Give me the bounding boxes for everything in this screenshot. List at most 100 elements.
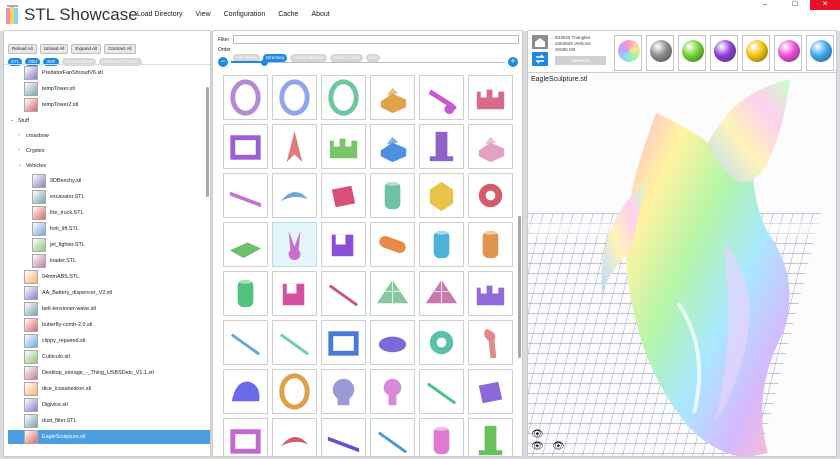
tree-file-item[interactable]: clippy_repaired.stl <box>42 336 85 346</box>
model-thumbnail[interactable] <box>223 418 268 456</box>
material-rainbow-button[interactable] <box>614 35 642 71</box>
model-thumbnail[interactable] <box>321 320 366 365</box>
rotate-icon[interactable] <box>532 52 548 66</box>
model-thumbnail[interactable] <box>272 271 317 316</box>
model-thumbnail[interactable] <box>468 124 513 169</box>
model-thumbnail[interactable] <box>419 369 464 414</box>
model-thumbnail[interactable] <box>223 369 268 414</box>
model-thumbnail[interactable] <box>468 222 513 267</box>
model-thumbnail[interactable] <box>321 75 366 120</box>
model-thumbnail[interactable] <box>468 418 513 456</box>
tree-file-item[interactable]: tempTower.stl <box>42 84 75 94</box>
model-thumbnail[interactable] <box>370 369 415 414</box>
tree-file-item[interactable]: fire_truck.STL <box>50 208 84 218</box>
model-thumbnail[interactable] <box>370 124 415 169</box>
model-thumbnail[interactable] <box>370 320 415 365</box>
model-thumbnail[interactable] <box>321 271 366 316</box>
3d-viewport[interactable] <box>528 73 836 457</box>
grid-scrollbar[interactable] <box>518 216 521 358</box>
model-thumbnail[interactable] <box>419 222 464 267</box>
model-thumbnail[interactable] <box>419 173 464 218</box>
tree-file-item[interactable]: butterfly-comb-2.0.stl <box>42 320 92 330</box>
tree-file-item[interactable]: EagleSculpture.stl <box>42 432 85 442</box>
menu-cache[interactable]: Cache <box>278 11 298 18</box>
chevron-down-icon[interactable]: ⌄ <box>18 160 23 170</box>
model-thumbnail[interactable] <box>272 320 317 365</box>
model-thumbnail[interactable] <box>272 222 317 267</box>
tree-file-item[interactable]: AA_Battery_dispencer_V2.stl <box>42 288 112 298</box>
deselect-button[interactable]: Deselect <box>555 56 606 65</box>
order-vertex-count-chip[interactable]: Vertex Count <box>329 54 363 62</box>
model-thumbnail[interactable] <box>419 271 464 316</box>
home-icon[interactable] <box>532 35 548 49</box>
model-thumbnail[interactable] <box>223 320 268 365</box>
model-thumbnail[interactable] <box>223 75 268 120</box>
model-thumbnail[interactable] <box>419 124 464 169</box>
menu-load-directory[interactable]: Load Directory <box>137 11 183 18</box>
model-thumbnail[interactable] <box>321 173 366 218</box>
close-button[interactable]: ✕ <box>810 0 840 10</box>
tree-file-item[interactable]: loader.STL <box>50 256 76 266</box>
model-thumbnail[interactable] <box>370 271 415 316</box>
chevron-right-icon[interactable]: › <box>18 145 20 155</box>
menu-configuration[interactable]: Configuration <box>224 11 266 18</box>
tree-file-item[interactable]: jet_fighter.STL <box>50 240 85 250</box>
zoom-out-button[interactable]: − <box>218 57 228 67</box>
tree-folder-item[interactable]: Cryptex <box>26 146 45 156</box>
model-thumbnail[interactable] <box>370 418 415 456</box>
material-purple-button[interactable] <box>710 35 738 71</box>
tree-file-item[interactable]: Cubiculo.stl <box>42 352 70 362</box>
model-thumbnail[interactable] <box>370 222 415 267</box>
material-magenta-button[interactable] <box>774 35 802 71</box>
tree-folder-item[interactable]: Stuff <box>18 116 29 126</box>
model-thumbnail[interactable] <box>468 75 513 120</box>
model-thumbnail[interactable] <box>321 418 366 456</box>
minimize-button[interactable]: – <box>750 0 780 10</box>
model-thumbnail[interactable] <box>223 173 268 218</box>
model-thumbnail[interactable] <box>419 75 464 120</box>
chevron-down-icon[interactable]: ⌄ <box>10 115 15 125</box>
model-thumbnail[interactable] <box>321 222 366 267</box>
tree-file-item[interactable]: dust_filter.STL <box>42 416 76 426</box>
tree-file-item[interactable]: excavator.STL <box>50 192 84 202</box>
model-thumbnail[interactable] <box>272 418 317 456</box>
eye-icon[interactable]: 👁 <box>552 441 565 452</box>
model-thumbnail[interactable] <box>223 222 268 267</box>
menu-about[interactable]: About <box>311 11 329 18</box>
material-gray-button[interactable] <box>646 35 674 71</box>
tree-folder-item[interactable]: Vehicles <box>26 161 46 171</box>
tree-file-item[interactable]: Digivice.stl <box>42 400 68 410</box>
model-thumbnail[interactable] <box>321 369 366 414</box>
material-blue-button[interactable] <box>806 35 834 71</box>
filter-input[interactable] <box>233 35 519 44</box>
tree-file-item[interactable]: tempTower2.stl <box>42 100 78 110</box>
model-thumbnail[interactable] <box>321 124 366 169</box>
tree-folder-item[interactable]: crossbow <box>26 131 49 141</box>
model-thumbnail[interactable] <box>419 418 464 456</box>
model-thumbnail[interactable] <box>272 369 317 414</box>
material-green-button[interactable] <box>678 35 706 71</box>
tree-file-item[interactable]: fork_lift.STL <box>50 224 79 234</box>
model-thumbnail[interactable] <box>272 124 317 169</box>
eye-icon[interactable]: 👁 <box>531 441 544 452</box>
model-thumbnail[interactable] <box>223 124 268 169</box>
order-vertex-number-chip[interactable]: Vertex Number <box>290 54 327 62</box>
tree-file-item[interactable]: dice_icosahedron.stl <box>42 384 91 394</box>
material-yellow-button[interactable] <box>742 35 770 71</box>
tree-file-item[interactable]: Desktop_storage_-_Thing_USBSDetc_V1.1.st… <box>42 368 154 378</box>
zoom-slider-thumb[interactable] <box>260 59 268 66</box>
model-thumbnail[interactable] <box>370 173 415 218</box>
model-thumbnail[interactable] <box>468 320 513 365</box>
chevron-right-icon[interactable]: › <box>18 130 20 140</box>
menu-view[interactable]: View <box>196 11 211 18</box>
zoom-in-button[interactable]: + <box>508 57 518 67</box>
tree-file-item[interactable]: 3DBenchy.stl <box>50 176 81 186</box>
model-thumbnail[interactable] <box>419 320 464 365</box>
model-thumbnail[interactable] <box>468 173 513 218</box>
model-thumbnail[interactable] <box>272 173 317 218</box>
model-thumbnail[interactable] <box>223 271 268 316</box>
model-thumbnail[interactable] <box>468 369 513 414</box>
maximize-button[interactable]: ☐ <box>780 0 810 10</box>
model-thumbnail[interactable] <box>370 75 415 120</box>
model-thumbnail[interactable] <box>468 271 513 316</box>
